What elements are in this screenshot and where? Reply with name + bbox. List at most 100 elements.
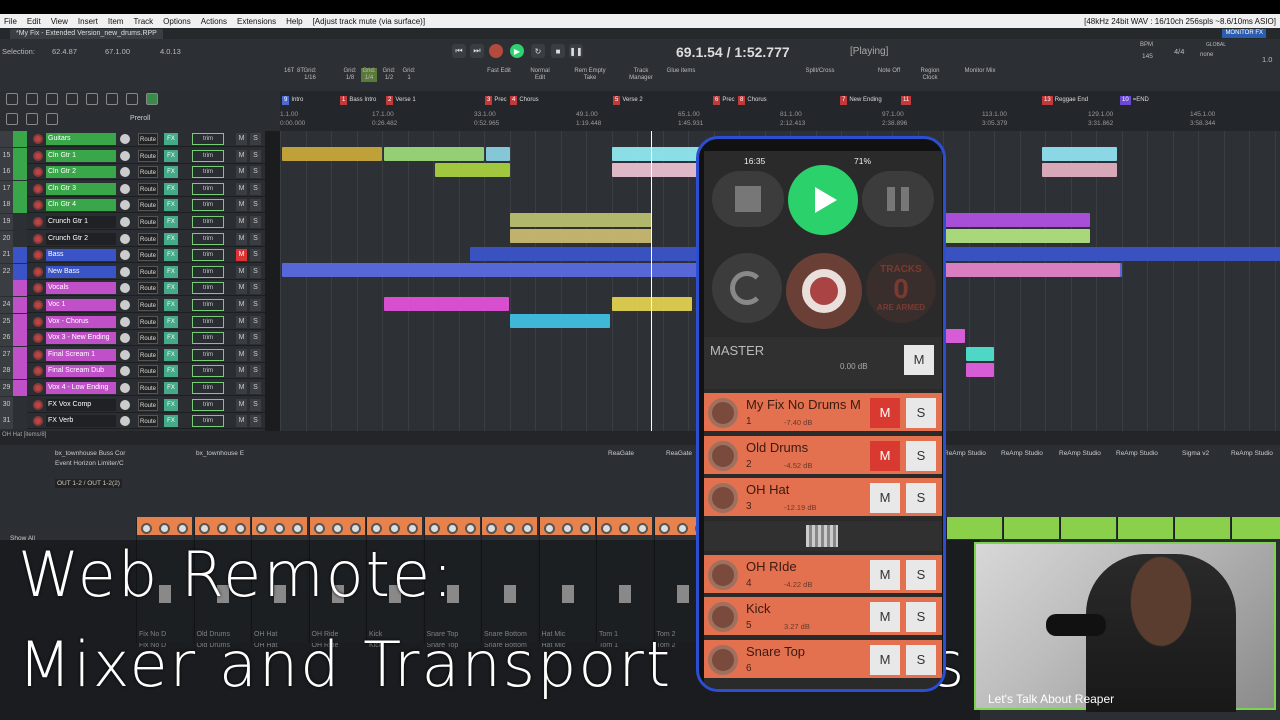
marker[interactable]: 1 Bass Intro: [340, 96, 376, 105]
menu-file[interactable]: File: [4, 17, 17, 26]
toolbar-note-off[interactable]: Note Off: [872, 68, 906, 75]
trim-knob[interactable]: [407, 523, 418, 534]
marker[interactable]: 7 New Ending: [840, 96, 882, 105]
audio-status[interactable]: [48kHz 24bit WAV : 16/10ch 256spls ~8.6/…: [1084, 17, 1276, 26]
track-row[interactable]: 19 Crunch Gtr 1 Route FX trim M S: [0, 214, 265, 230]
route-button[interactable]: Route: [138, 249, 158, 262]
info-icon[interactable]: [66, 93, 78, 105]
media-item[interactable]: [486, 147, 510, 161]
automation-trim-button[interactable]: trim: [192, 282, 224, 295]
solo-button[interactable]: S: [250, 249, 261, 262]
menu-extensions[interactable]: Extensions: [237, 17, 276, 26]
marker[interactable]: 11: [901, 96, 913, 105]
pan-knob[interactable]: [428, 523, 440, 534]
playhead-cursor[interactable]: [651, 131, 652, 431]
track-list-divider[interactable]: [704, 520, 942, 551]
menu-help[interactable]: Help: [286, 17, 302, 26]
route-button[interactable]: Route: [138, 415, 158, 428]
fx-button[interactable]: FX: [164, 415, 178, 428]
volume-knob[interactable]: [120, 366, 130, 377]
track-row[interactable]: Vocals Route FX trim M S: [0, 280, 265, 297]
remote-track-row[interactable]: Old Drums 2 -4.52 dB M S: [704, 435, 942, 476]
mixer-strip[interactable]: Fix No D: [136, 517, 192, 649]
drag-handle-icon[interactable]: [806, 524, 838, 547]
volume-knob[interactable]: [120, 383, 130, 393]
width-knob[interactable]: [561, 523, 573, 534]
record-arm-button[interactable]: [33, 383, 43, 393]
width-knob[interactable]: [504, 523, 515, 534]
solo-button[interactable]: S: [250, 348, 261, 361]
volume-knob[interactable]: [120, 183, 130, 194]
track-row[interactable]: 25 Vox - Chorus Route FX trim M S: [0, 313, 265, 330]
menu-track[interactable]: Track: [133, 17, 153, 26]
track-name[interactable]: Crunch Gtr 2: [46, 232, 116, 245]
track-name[interactable]: Guitars: [46, 133, 116, 145]
menu-insert[interactable]: Insert: [78, 17, 98, 26]
volume-knob[interactable]: [120, 333, 130, 344]
volume-knob[interactable]: [120, 233, 130, 244]
remote-pause-button[interactable]: [862, 171, 934, 227]
fx-button[interactable]: FX: [164, 199, 178, 212]
record-arm-button[interactable]: [33, 183, 43, 194]
route-button[interactable]: Route: [138, 299, 158, 311]
mixer-strip[interactable]: Tom 1: [596, 517, 652, 649]
route-button[interactable]: Route: [138, 166, 158, 179]
route-button[interactable]: Route: [138, 265, 158, 278]
fx-button[interactable]: FX: [164, 348, 178, 361]
track-name[interactable]: Bass: [46, 249, 116, 262]
route-button[interactable]: Route: [138, 216, 158, 228]
track-name[interactable]: Crunch Gtr 1: [46, 216, 116, 228]
remote-stop-button[interactable]: [712, 171, 784, 227]
global-value[interactable]: none: [1200, 52, 1213, 58]
fx-button[interactable]: FX: [164, 265, 178, 278]
track-name[interactable]: Vox 3 - New Ending: [46, 332, 116, 345]
automation-trim-button[interactable]: trim: [192, 149, 224, 162]
track-volume-dial[interactable]: [708, 440, 738, 471]
toolbar-rem-empty-take[interactable]: Rem Empty Take: [571, 68, 609, 82]
save-icon[interactable]: [46, 93, 58, 105]
media-item[interactable]: [966, 363, 994, 377]
record-arm-button[interactable]: [33, 333, 43, 344]
pause-icon[interactable]: ❚❚: [569, 44, 583, 58]
fx-slot[interactable]: ReAmp Studio: [1116, 450, 1158, 457]
master-mute-button[interactable]: M: [904, 345, 934, 375]
record-arm-button[interactable]: [33, 167, 43, 178]
route-button[interactable]: Route: [138, 282, 158, 295]
volume-knob[interactable]: [120, 200, 130, 211]
pan-knob[interactable]: [256, 523, 267, 534]
remote-mute-button[interactable]: M: [870, 440, 900, 471]
master-output[interactable]: OUT 1-2 / OUT 1-2(2): [55, 479, 122, 488]
record-arm-button[interactable]: [33, 200, 43, 211]
marker[interactable]: 6 Prec: [713, 96, 735, 105]
media-item[interactable]: [1042, 163, 1117, 177]
automation-trim-button[interactable]: trim: [192, 299, 224, 311]
route-button[interactable]: Route: [138, 348, 158, 361]
automation-trim-button[interactable]: trim: [192, 232, 224, 245]
pan-knob[interactable]: [313, 523, 325, 534]
trim-knob[interactable]: [522, 523, 533, 534]
fx-button[interactable]: FX: [164, 382, 178, 394]
toolbar-split-cross[interactable]: Split/Cross: [800, 68, 840, 75]
record-arm-button[interactable]: [33, 316, 43, 327]
track-name[interactable]: Cln Gtr 3: [46, 182, 116, 195]
track-row[interactable]: 29 Vox 4 - Low Ending Route FX trim M S: [0, 380, 265, 396]
fx-slot[interactable]: ReAmp Studio: [1001, 450, 1043, 457]
remote-track-row[interactable]: Kick 5 3.27 dB M S: [704, 597, 942, 637]
automation-trim-button[interactable]: trim: [192, 166, 224, 179]
volume-knob[interactable]: [120, 167, 130, 178]
mute-button[interactable]: M: [236, 415, 247, 428]
mute-button[interactable]: M: [236, 199, 247, 212]
remote-solo-button[interactable]: S: [906, 483, 936, 513]
track-row[interactable]: 31 FX Verb Route FX trim M S: [0, 413, 265, 430]
track-volume-dial[interactable]: [708, 559, 738, 590]
track-name[interactable]: Cln Gtr 4: [46, 199, 116, 212]
automation-trim-button[interactable]: trim: [192, 133, 224, 145]
fx-slot[interactable]: ReAmp Studio: [1059, 450, 1101, 457]
fx-slot[interactable]: bx_townhouse E: [196, 450, 244, 457]
fx-button[interactable]: FX: [164, 133, 178, 145]
width-knob[interactable]: [676, 523, 688, 534]
track-row[interactable]: 30 FX Vox Comp Route FX trim M S: [0, 396, 265, 413]
marker[interactable]: 8 Chorus: [738, 96, 767, 105]
toolbar-glue-items[interactable]: Glue items: [661, 68, 701, 75]
fx-button[interactable]: FX: [164, 299, 178, 311]
